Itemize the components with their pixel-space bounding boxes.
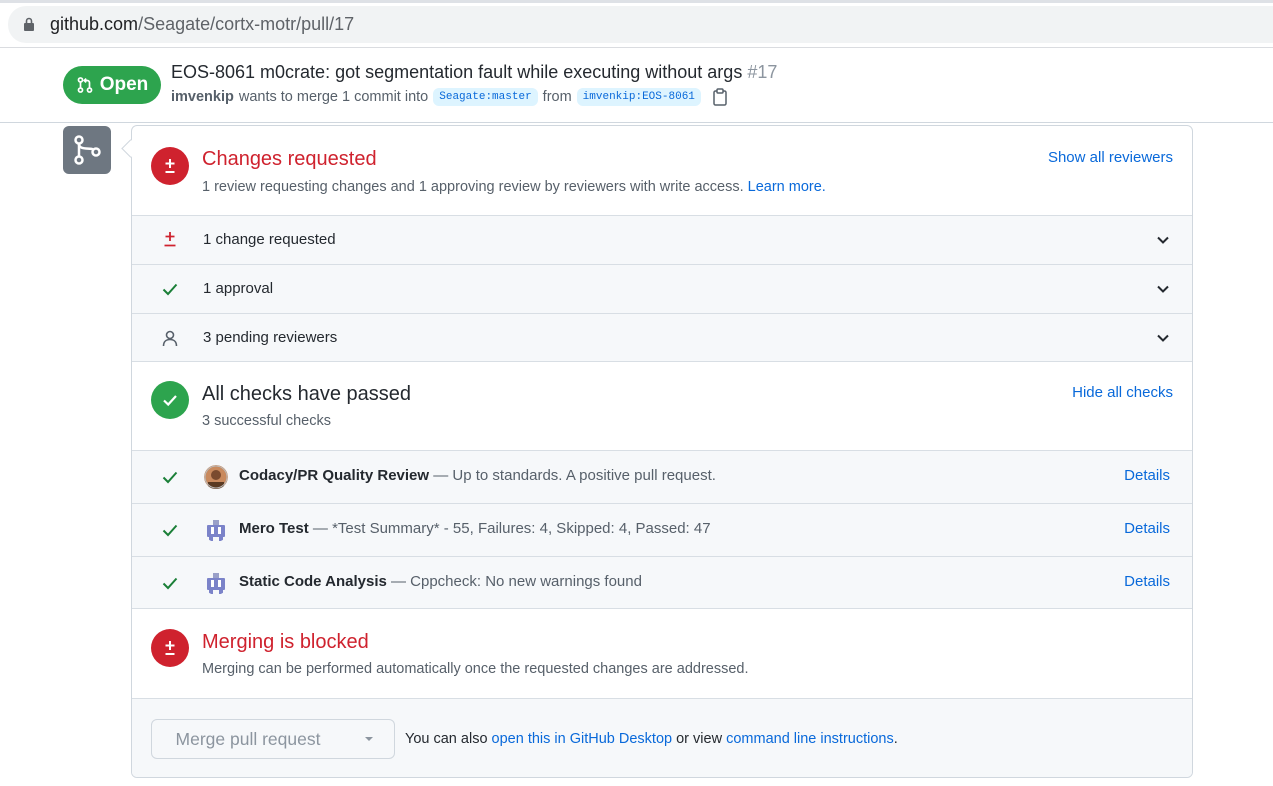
review-summary-text: 1 review requesting changes and 1 approv… [202, 179, 744, 195]
head-branch-label[interactable]: imvenkip:EOS-8061 [576, 88, 701, 106]
check-details-link[interactable]: Details [1124, 520, 1170, 537]
merge-blocked-subtitle: Merging can be performed automatically o… [202, 661, 749, 677]
hide-all-checks-link[interactable]: Hide all checks [1072, 384, 1173, 401]
pr-state-badge: Open [63, 66, 161, 104]
check-icon [162, 577, 178, 590]
review-row-label: 1 change requested [203, 231, 336, 248]
check-icon [162, 471, 178, 484]
chevron-down-icon[interactable] [1156, 331, 1170, 345]
codacy-avatar [204, 465, 228, 489]
checks-subtitle: 3 successful checks [202, 413, 331, 429]
check-text: Mero Test — *Test Summary* - 55, Failure… [239, 520, 711, 537]
review-row-label: 3 pending reviewers [203, 329, 338, 346]
review-row-label: 1 approval [203, 280, 274, 297]
person-icon [162, 330, 178, 347]
triangle-down-icon [364, 737, 373, 741]
check-icon [162, 283, 178, 296]
section-divider [132, 608, 1192, 609]
check-details-link[interactable]: Details [1124, 467, 1170, 484]
plus-minus-icon [165, 159, 175, 173]
pr-from-text: from [542, 89, 572, 105]
command-line-instructions-link[interactable]: command line instructions [726, 731, 894, 747]
url-path: /Seagate/cortx-motr/pull/17 [138, 14, 355, 34]
check-description: — *Test Summary* - 55, Failures: 4, Skip… [308, 520, 711, 537]
merge-box: Changes requested 1 review requesting ch… [131, 125, 1193, 778]
header-divider [0, 122, 1273, 123]
open-in-desktop-link[interactable]: open this in GitHub Desktop [492, 731, 673, 747]
check-item-mero-test: Mero Test — *Test Summary* - 55, Failure… [132, 504, 1192, 556]
learn-more-link[interactable]: Learn more. [748, 179, 826, 195]
check-icon [163, 395, 177, 407]
lock-icon[interactable] [24, 17, 34, 31]
check-name: Static Code Analysis [239, 573, 387, 590]
pr-title-text: EOS-8061 m0crate: got segmentation fault… [171, 62, 743, 82]
diff-icon [164, 232, 176, 247]
check-name: Codacy/PR Quality Review [239, 467, 430, 484]
pr-merge-text: wants to merge 1 commit into [238, 89, 429, 105]
chevron-down-icon[interactable] [1156, 282, 1170, 296]
merge-method-dropdown[interactable] [343, 719, 395, 759]
jenkins-bot-avatar [204, 571, 228, 595]
review-row-approval[interactable]: 1 approval [132, 265, 1192, 313]
section-divider [132, 361, 1192, 362]
check-text: Codacy/PR Quality Review — Up to standar… [239, 467, 716, 484]
merge-footer: Merge pull request You can also open thi… [132, 699, 1192, 777]
footer-text-pre: You can also [405, 731, 492, 747]
check-item-codacy: Codacy/PR Quality Review — Up to standar… [132, 451, 1192, 503]
checks-passed-icon [151, 381, 189, 419]
merge-blocked-icon [151, 629, 189, 667]
copy-icon[interactable] [712, 88, 728, 106]
url-text[interactable]: github.com/Seagate/cortx-motr/pull/17 [50, 14, 354, 35]
checks-title: All checks have passed [202, 383, 412, 405]
pr-state-label: Open [99, 74, 149, 95]
toolbar-divider [0, 47, 1273, 48]
pr-number: #17 [747, 62, 778, 82]
git-pull-request-icon [77, 77, 93, 93]
merge-pull-request-button[interactable]: Merge pull request [151, 719, 345, 759]
pr-title: EOS-8061 m0crate: got segmentation fault… [171, 62, 777, 83]
review-row-pending[interactable]: 3 pending reviewers [132, 314, 1192, 362]
changes-requested-subtitle: 1 review requesting changes and 1 approv… [202, 179, 826, 195]
check-name: Mero Test [239, 520, 309, 537]
check-description: — Cppcheck: No new warnings found [386, 573, 642, 590]
browser-top-edge [0, 0, 1273, 3]
check-icon [162, 524, 178, 537]
pr-author-link[interactable]: imvenkip [171, 89, 234, 105]
git-branch-icon [74, 135, 101, 165]
check-description: — Up to standards. A positive pull reque… [429, 467, 716, 484]
chevron-down-icon[interactable] [1156, 233, 1170, 247]
review-row-changes[interactable]: 1 change requested [132, 216, 1192, 264]
url-host: github.com [50, 14, 139, 34]
footer-text: You can also open this in GitHub Desktop… [405, 731, 898, 747]
jenkins-bot-avatar [204, 518, 228, 542]
merge-blocked-title: Merging is blocked [202, 631, 369, 653]
pr-meta: imvenkip wants to merge 1 commit into Se… [171, 88, 728, 106]
footer-text-mid: or view [672, 731, 727, 747]
check-text: Static Code Analysis — Cppcheck: No new … [239, 573, 642, 590]
check-details-link[interactable]: Details [1124, 573, 1170, 590]
plus-minus-icon [165, 641, 175, 655]
changes-requested-title: Changes requested [202, 148, 377, 170]
timeline-merge-icon [63, 126, 111, 174]
footer-text-post: . [893, 731, 898, 747]
check-item-static-analysis: Static Code Analysis — Cppcheck: No new … [132, 557, 1192, 609]
base-branch-label[interactable]: Seagate:master [433, 88, 538, 106]
changes-requested-icon [151, 147, 189, 185]
show-all-reviewers-link[interactable]: Show all reviewers [1048, 149, 1173, 166]
